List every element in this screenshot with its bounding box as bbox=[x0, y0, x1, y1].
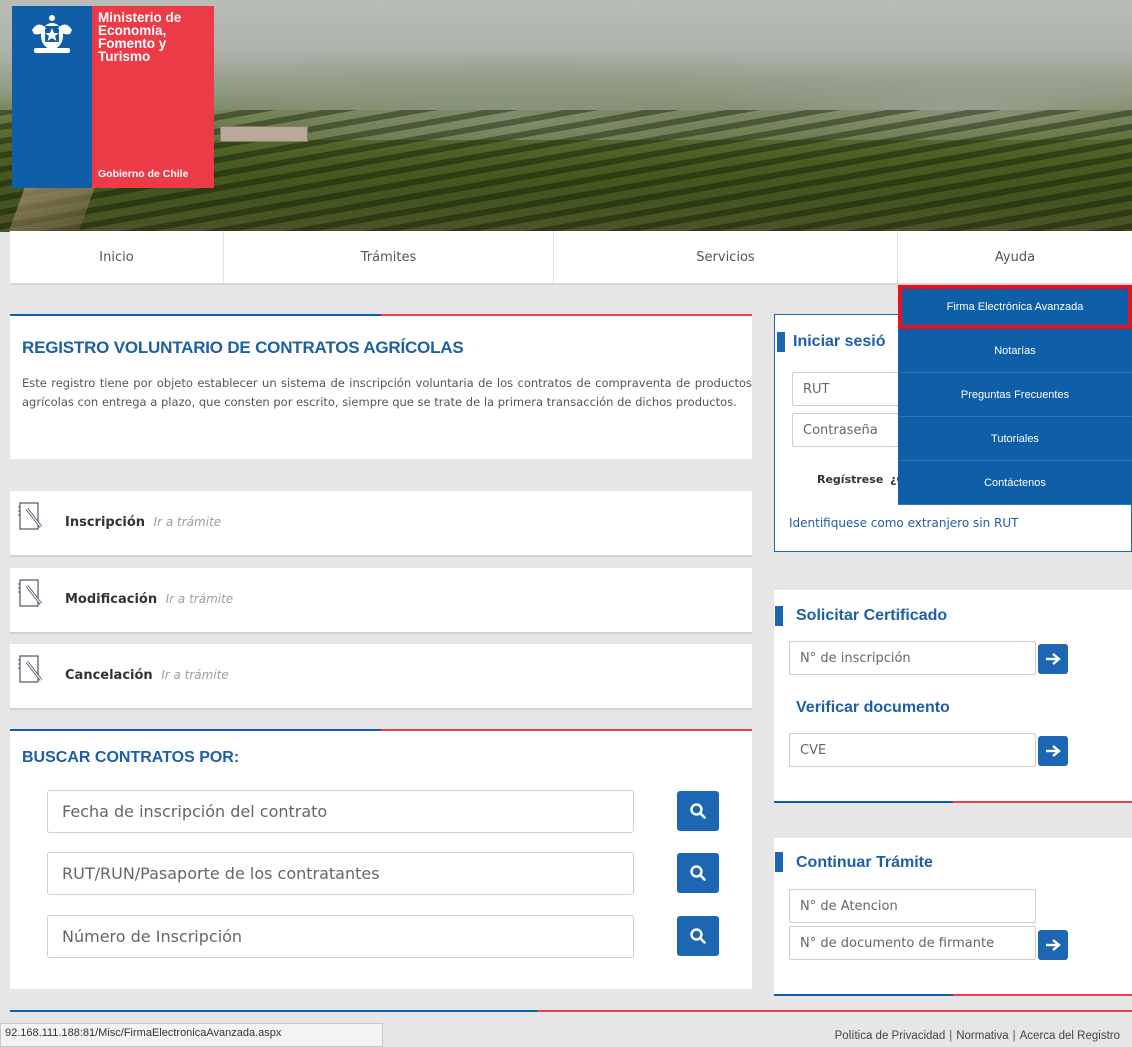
title-marker bbox=[777, 332, 785, 352]
ir-a-tramite-link[interactable]: Ir a trámite bbox=[161, 668, 229, 682]
cve-input[interactable]: CVE bbox=[789, 733, 1036, 767]
nav-item-inicio[interactable]: Inicio bbox=[10, 231, 224, 283]
footer-links: Política de Privacidad | Normativa | Acerca … bbox=[835, 1030, 1120, 1042]
tramite-name: Modificación bbox=[65, 592, 158, 607]
main-nav: Inicio Trámites Servicios Ayuda bbox=[10, 231, 1132, 285]
normativa-link[interactable]: Normativa bbox=[956, 1030, 1008, 1042]
nav-item-tramites[interactable]: Trámites bbox=[224, 231, 554, 283]
notepad-pencil-icon bbox=[18, 655, 43, 683]
footer-accent-bar bbox=[10, 1010, 1132, 1012]
arrow-right-icon bbox=[1046, 653, 1061, 665]
certificado-title: Solicitar Certificado bbox=[796, 607, 948, 624]
tramite-modificacion[interactable]: Modificación Ir a trámite bbox=[10, 568, 752, 634]
search-icon bbox=[690, 928, 706, 944]
search-icon bbox=[690, 803, 706, 819]
logo-red-panel: Ministerio de Economía, Fomento y Turism… bbox=[92, 6, 214, 188]
ir-a-tramite-link[interactable]: Ir a trámite bbox=[154, 515, 222, 529]
submit-arrow-button[interactable] bbox=[1038, 736, 1068, 766]
continuar-title: Continuar Trámite bbox=[796, 854, 933, 871]
registro-description: Este registro tiene por objeto establece… bbox=[22, 376, 752, 409]
privacy-link[interactable]: Política de Privacidad bbox=[835, 1030, 946, 1042]
fecha-inscripcion-input[interactable]: Fecha de inscripción del contrato bbox=[47, 790, 634, 833]
search-button[interactable] bbox=[677, 791, 719, 831]
coat-of-arms-icon bbox=[32, 15, 72, 53]
buscar-card: BUSCAR CONTRATOS POR: Fecha de inscripci… bbox=[10, 729, 752, 989]
notepad-pencil-icon bbox=[18, 579, 43, 607]
logo-blue-panel bbox=[12, 6, 92, 188]
ir-a-tramite-link[interactable]: Ir a trámite bbox=[166, 592, 234, 606]
certificado-card: Solicitar Certificado N° de inscripción … bbox=[774, 590, 1132, 803]
title-marker bbox=[775, 852, 783, 872]
nav-item-ayuda[interactable]: Ayuda bbox=[898, 231, 1132, 283]
arrow-right-icon bbox=[1046, 745, 1061, 757]
login-title: Iniciar sesió bbox=[793, 333, 886, 350]
menu-item-notarias[interactable]: Notarías bbox=[898, 329, 1132, 373]
menu-item-firma-electronica[interactable]: Firma Electrónica Avanzada bbox=[898, 285, 1132, 329]
continuar-card: Continuar Trámite N° de Atencion N° de d… bbox=[774, 838, 1132, 996]
ministry-name: Ministerio de Economía, Fomento y Turism… bbox=[98, 11, 208, 64]
search-icon bbox=[690, 865, 706, 881]
inscripcion-number-input[interactable]: N° de inscripción bbox=[789, 641, 1036, 675]
ministry-line: Turismo bbox=[98, 49, 151, 64]
card-accent-bar bbox=[10, 729, 752, 731]
tramite-inscripcion[interactable]: Inscripción Ir a trámite bbox=[10, 491, 752, 557]
tramite-label: Inscripción Ir a trámite bbox=[65, 515, 221, 530]
atencion-number-input[interactable]: N° de Atencion bbox=[789, 889, 1036, 923]
submit-arrow-button[interactable] bbox=[1038, 644, 1068, 674]
title-marker bbox=[775, 606, 783, 626]
buscar-title: BUSCAR CONTRATOS POR: bbox=[22, 749, 240, 766]
rut-contratantes-input[interactable]: RUT/RUN/Pasaporte de los contratantes bbox=[47, 852, 634, 895]
verificar-title: Verificar documento bbox=[796, 699, 950, 716]
tramite-name: Inscripción bbox=[65, 515, 146, 530]
menu-item-contactenos[interactable]: Contáctenos bbox=[898, 461, 1132, 505]
registro-title: REGISTRO VOLUNTARIO DE CONTRATOS AGRÍCOL… bbox=[22, 338, 464, 357]
tramite-cancelacion[interactable]: Cancelación Ir a trámite bbox=[10, 644, 752, 710]
tramite-name: Cancelación bbox=[65, 668, 153, 683]
card-accent-bar bbox=[774, 801, 1132, 803]
ministry-logo[interactable]: Ministerio de Economía, Fomento y Turism… bbox=[12, 6, 214, 188]
numero-inscripcion-input[interactable]: Número de Inscripción bbox=[47, 915, 634, 958]
submit-arrow-button[interactable] bbox=[1038, 930, 1068, 960]
hero-banner: Ministerio de Economía, Fomento y Turism… bbox=[0, 0, 1132, 232]
card-accent-bar bbox=[10, 314, 752, 316]
tramite-label: Modificación Ir a trámite bbox=[65, 592, 233, 607]
nav-item-servicios[interactable]: Servicios bbox=[554, 231, 898, 283]
search-row-numero: Número de Inscripción bbox=[47, 915, 723, 958]
registro-card: REGISTRO VOLUNTARIO DE CONTRATOS AGRÍCOL… bbox=[10, 314, 752, 459]
government-label: Gobierno de Chile bbox=[98, 168, 189, 180]
ayuda-dropdown: Firma Electrónica Avanzada Notarías Preg… bbox=[898, 285, 1132, 505]
card-accent-bar bbox=[774, 994, 1132, 996]
search-button[interactable] bbox=[677, 916, 719, 956]
tramite-label: Cancelación Ir a trámite bbox=[65, 668, 229, 683]
browser-status-bar: 92.168.111.188:81/Misc/FirmaElectronicaA… bbox=[0, 1023, 383, 1047]
register-link[interactable]: Regístrese ¿C bbox=[817, 473, 905, 486]
menu-item-preguntas-frecuentes[interactable]: Preguntas Frecuentes bbox=[898, 373, 1132, 417]
hero-building bbox=[220, 126, 308, 142]
search-row-rut: RUT/RUN/Pasaporte de los contratantes bbox=[47, 852, 723, 895]
separator: | bbox=[1012, 1030, 1016, 1042]
arrow-right-icon bbox=[1046, 939, 1061, 951]
firmante-document-input[interactable]: N° de documento de firmante bbox=[789, 926, 1036, 960]
separator: | bbox=[949, 1030, 953, 1042]
about-link[interactable]: Acerca del Registro bbox=[1020, 1030, 1120, 1042]
notepad-pencil-icon bbox=[18, 502, 43, 530]
menu-item-tutoriales[interactable]: Tutoriales bbox=[898, 417, 1132, 461]
search-row-fecha: Fecha de inscripción del contrato bbox=[47, 790, 723, 833]
search-button[interactable] bbox=[677, 853, 719, 893]
foreign-id-link[interactable]: Identifiquese como extranjero sin RUT bbox=[789, 516, 1018, 530]
register-text: Regístrese bbox=[817, 473, 884, 486]
